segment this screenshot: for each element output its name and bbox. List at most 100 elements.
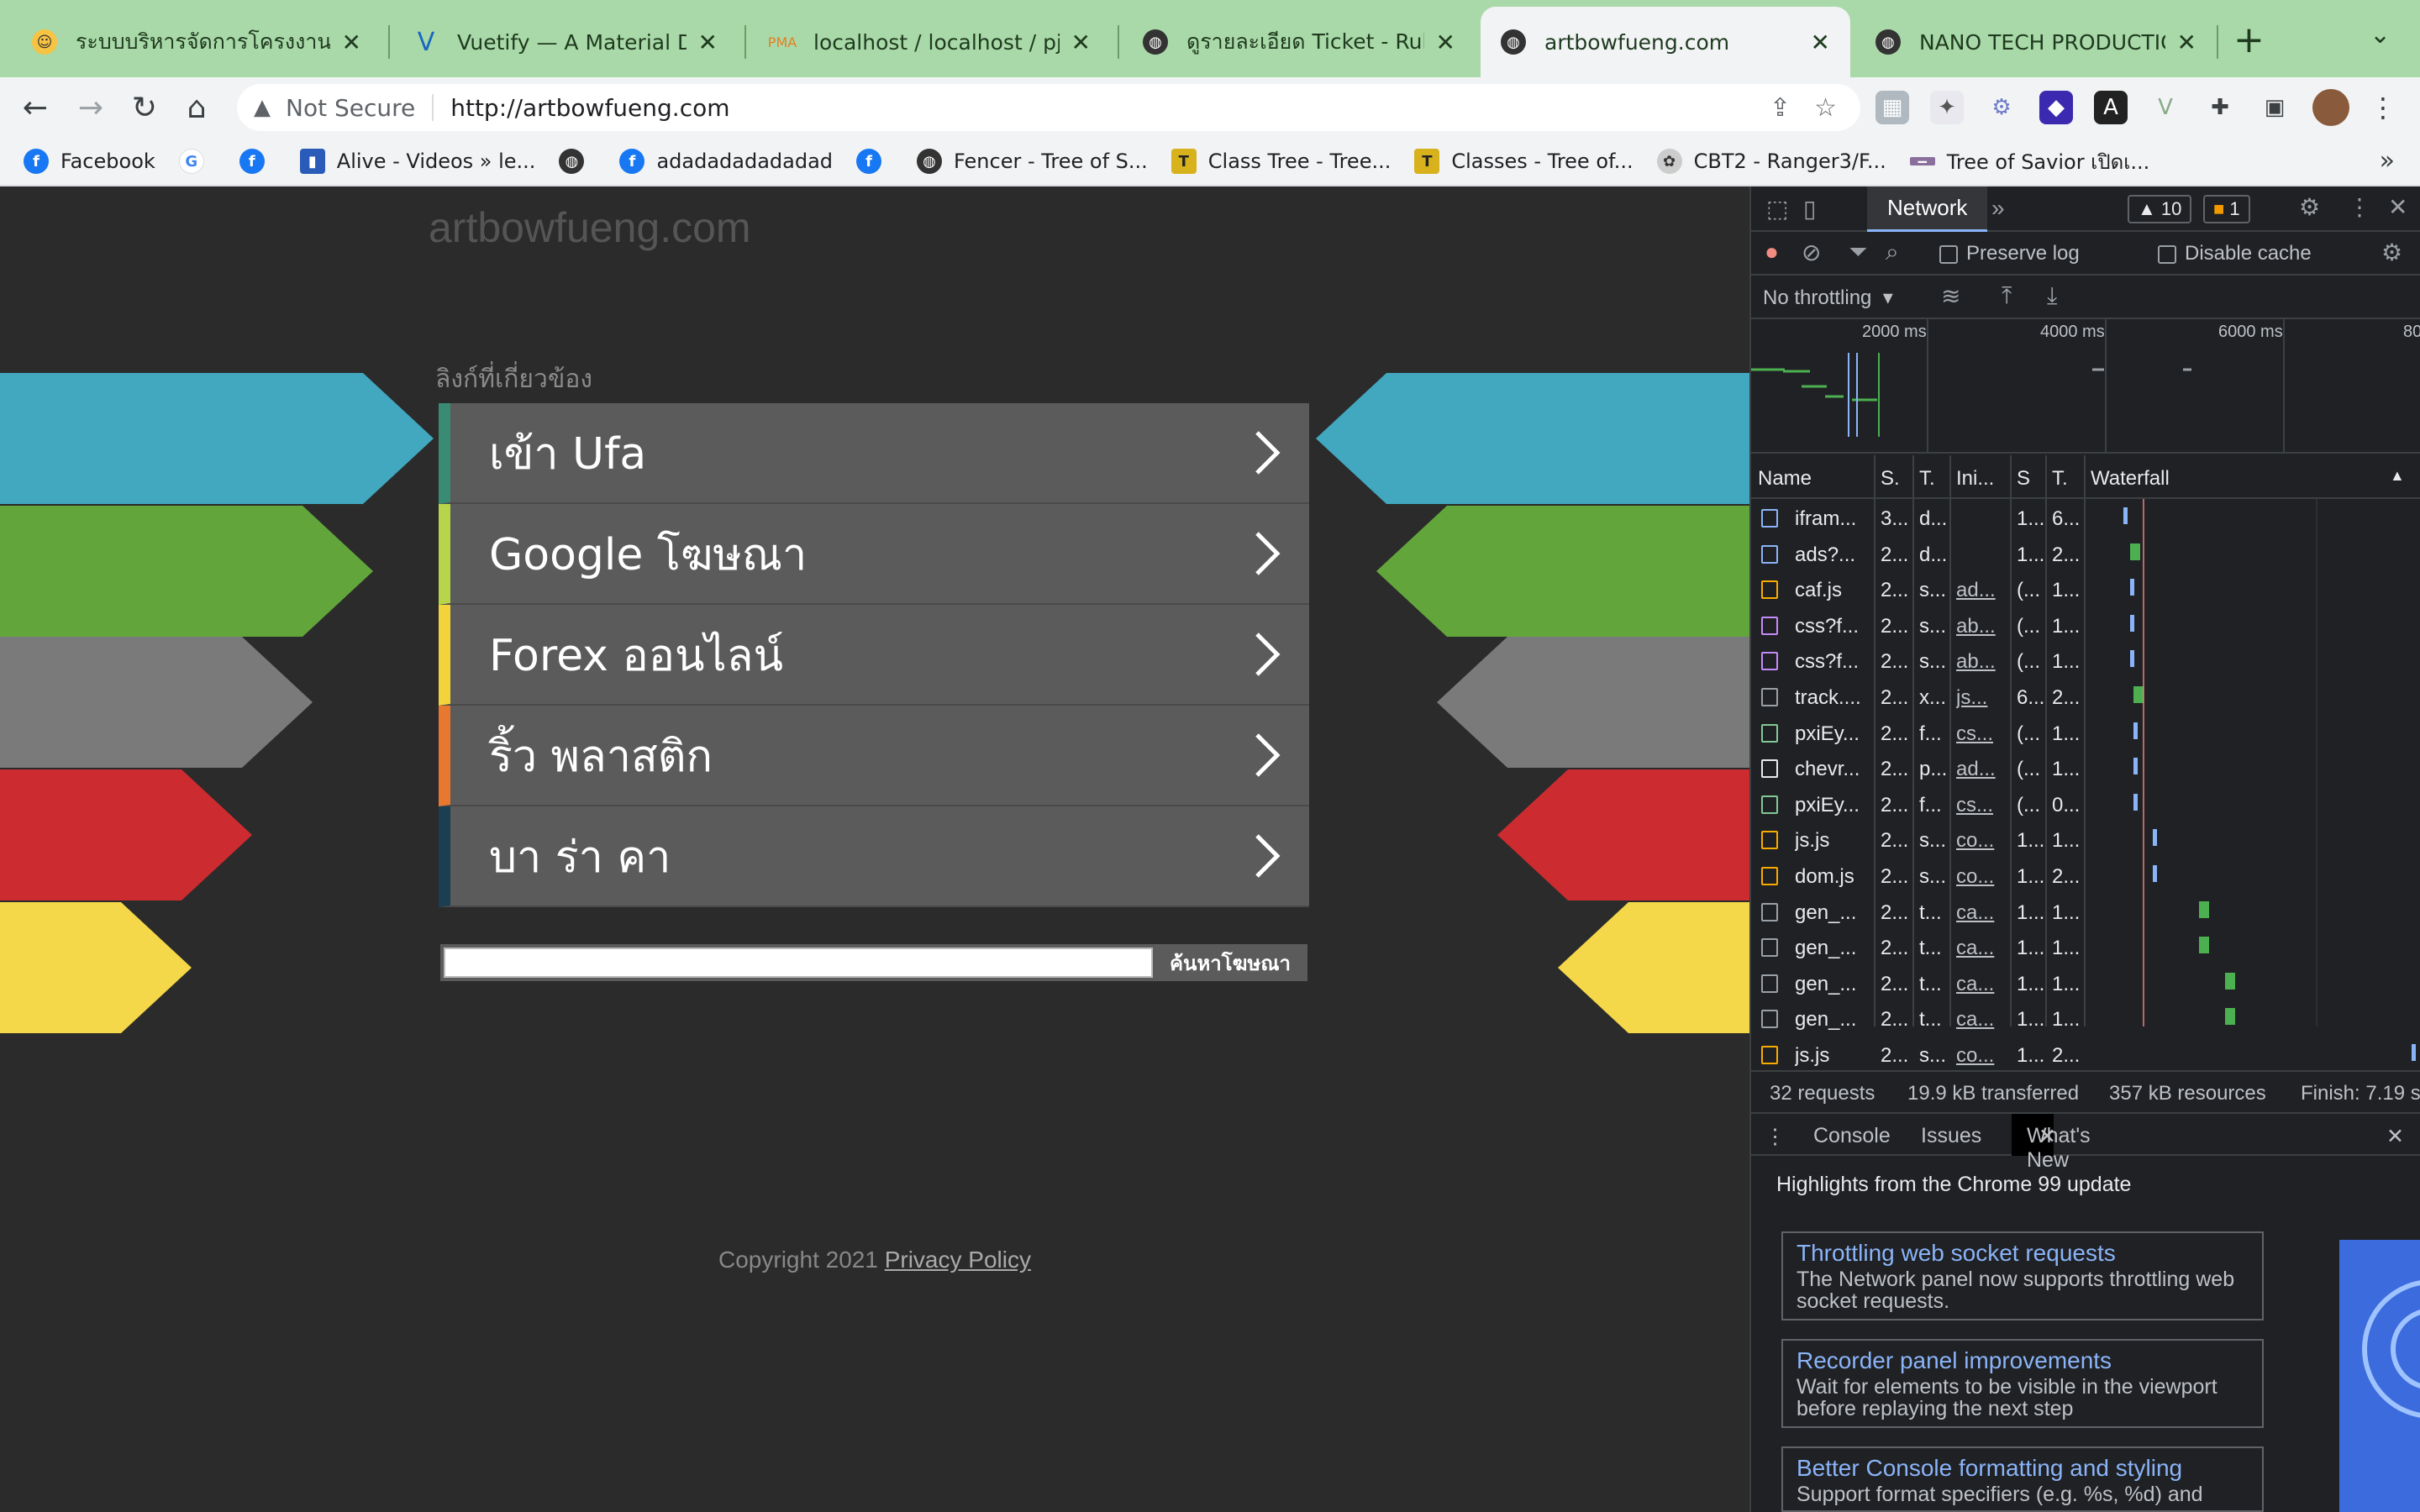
search-input[interactable] (444, 948, 1153, 978)
warnings-badge[interactable]: ▲ 10 (2128, 195, 2192, 223)
import-har-icon[interactable]: ⤒ (2002, 282, 2012, 310)
network-request-row[interactable]: caf.js 2... s... ad... (... 1... (1751, 572, 2420, 607)
bookmark-item[interactable]: T Class Tree - Tree... (1171, 149, 1391, 174)
tab-4[interactable]: ◍ artbowfueng.com ✕ (1481, 7, 1850, 77)
whats-new-card[interactable]: Throttling web socket requests The Netwo… (1781, 1231, 2264, 1320)
tab-network[interactable]: Network (1867, 186, 1988, 232)
close-drawer-icon[interactable]: ✕ (2386, 1124, 2404, 1149)
request-initiator[interactable]: ca... (1956, 1008, 2007, 1032)
network-request-row[interactable]: pxiEy... 2... f... cs... (... 0... (1751, 787, 2420, 822)
network-request-row[interactable]: css?f... 2... s... ab... (... 1... (1751, 608, 2420, 643)
address-bar[interactable]: ▲ Not Secure http://artbowfueng.com ⇪ ☆ (237, 84, 1860, 131)
column-header[interactable]: S (2017, 467, 2030, 491)
request-initiator[interactable]: ad... (1956, 758, 2007, 781)
extension-icon[interactable]: ⚙ (1985, 91, 2018, 124)
request-initiator[interactable]: ca... (1956, 973, 2007, 996)
bookmark-item[interactable]: ◍ Fencer - Tree of S... (917, 149, 1148, 174)
network-request-row[interactable]: css?f... 2... s... ab... (... 1... (1751, 643, 2420, 679)
bookmarks-overflow-icon[interactable]: » (2380, 146, 2395, 176)
tab-0[interactable]: ☺ ระบบบริหารจัดการโครงงาน ✕ (12, 7, 381, 77)
tab-2[interactable]: PMA localhost / localhost / pjmg ✕ (750, 7, 1111, 77)
extension-icon[interactable]: ◆ (2039, 91, 2073, 124)
warning-icon[interactable]: ▲ (254, 95, 271, 120)
tab-5[interactable]: ◍ NANO TECH PRODUCTION ✕ (1855, 7, 2217, 77)
extension-icon[interactable]: V (2149, 91, 2182, 124)
security-label[interactable]: Not Secure (286, 94, 415, 122)
network-settings-icon[interactable]: ⚙ (2381, 239, 2402, 266)
column-header[interactable]: T. (1919, 467, 1935, 491)
column-header[interactable]: T. (2052, 467, 2068, 491)
extension-icon[interactable]: ✦ (1930, 91, 1964, 124)
network-request-row[interactable]: track.... 2... x... js... 6... 2... (1751, 680, 2420, 715)
bookmark-item[interactable]: T Classes - Tree of... (1414, 149, 1634, 174)
reload-button[interactable]: ↻ (123, 86, 166, 129)
request-initiator[interactable]: ad... (1956, 579, 2007, 602)
card-title[interactable]: Throttling web socket requests (1797, 1240, 2249, 1267)
column-header[interactable]: S. (1881, 467, 1900, 491)
related-link[interactable]: Forex ออนไลน์ (439, 605, 1309, 706)
link-label[interactable]: เข้า Ufa (489, 418, 1250, 488)
close-icon[interactable]: ✕ (1071, 29, 1091, 56)
bookmark-item[interactable]: f (856, 149, 893, 174)
close-icon[interactable]: ✕ (2039, 1124, 2056, 1149)
tab-3[interactable]: ◍ ดูรายละเอียด Ticket - Ruk-Co ✕ (1123, 7, 1476, 77)
close-icon[interactable]: ✕ (2177, 29, 2196, 56)
network-request-row[interactable]: js.js 2... s... co... 1... 2... (1751, 1037, 2420, 1073)
bookmark-item[interactable]: f (239, 149, 276, 174)
devtools-menu-icon[interactable]: ⋮ (2348, 193, 2371, 221)
bookmark-item[interactable]: f adadadadadadad (619, 149, 833, 174)
tab-whats-new[interactable]: What's New ✕ (2012, 1114, 2091, 1172)
search-icon[interactable]: ⌕ (1886, 239, 1899, 266)
link-label[interactable]: ริ้ว พลาสติก (489, 721, 1250, 790)
column-header[interactable]: Waterfall (2091, 467, 2170, 491)
related-link[interactable]: บา ร่า คา (439, 806, 1309, 907)
card-title[interactable]: Recorder panel improvements (1797, 1347, 2249, 1374)
close-icon[interactable]: ✕ (342, 29, 361, 56)
avatar[interactable] (2312, 89, 2349, 126)
network-request-row[interactable]: gen_... 2... t... ca... 1... 1... (1751, 1001, 2420, 1037)
bookmark-item[interactable]: ‒ Tree of Savior เปิดเ... (1909, 145, 2149, 178)
request-initiator[interactable]: co... (1956, 829, 2007, 853)
close-icon[interactable]: ✕ (698, 29, 718, 56)
share-icon[interactable]: ⇪ (1770, 93, 1791, 123)
bookmark-item[interactable]: ▮ Alive - Videos » le... (299, 149, 535, 174)
bookmark-item[interactable]: ◍ (559, 149, 596, 174)
related-link[interactable]: Google โฆษณา (439, 504, 1309, 605)
request-initiator[interactable]: js... (1956, 686, 2007, 710)
device-toolbar-icon[interactable]: ▯ (1803, 195, 1816, 223)
extension-icon[interactable]: A (2094, 91, 2128, 124)
network-conditions-icon[interactable]: ≋ (1941, 282, 1960, 310)
tab-issues[interactable]: Issues (1921, 1124, 1981, 1148)
network-request-row[interactable]: gen_... 2... t... ca... 1... 1... (1751, 966, 2420, 1001)
tab-1[interactable]: V Vuetify — A Material Design ✕ (393, 7, 738, 77)
column-header[interactable]: Name (1758, 467, 1812, 491)
more-tabs-icon[interactable]: » (1991, 195, 2005, 222)
puzzle-icon[interactable]: ✚ (2203, 91, 2237, 124)
link-label[interactable]: Google โฆษณา (489, 519, 1250, 589)
disable-cache-checkbox[interactable]: Disable cache (2158, 242, 2312, 265)
related-link[interactable]: ริ้ว พลาสติก (439, 706, 1309, 806)
inspect-icon[interactable]: ⬚ (1766, 195, 1788, 223)
network-request-row[interactable]: chevr... 2... p... ad... (... 1... (1751, 751, 2420, 786)
url-text[interactable]: http://artbowfueng.com (450, 94, 1770, 122)
link-label[interactable]: บา ร่า คา (489, 822, 1250, 891)
request-initiator[interactable]: co... (1956, 1044, 2007, 1068)
forward-button[interactable]: → (69, 86, 113, 129)
extension-icon[interactable]: ▦ (1876, 91, 1909, 124)
search-button[interactable]: ค้นหาโฆษณา (1153, 947, 1307, 979)
menu-icon[interactable]: ⋮ (2370, 92, 2396, 123)
whats-new-card[interactable]: Recorder panel improvements Wait for ele… (1781, 1339, 2264, 1428)
new-tab-button[interactable]: + (2233, 18, 2265, 61)
related-link[interactable]: เข้า Ufa (439, 403, 1309, 504)
issues-badge[interactable]: ■ 1 (2203, 195, 2250, 223)
network-request-row[interactable]: ifram... 3... d... 1... 6... (1751, 501, 2420, 536)
request-initiator[interactable]: ca... (1956, 937, 2007, 960)
close-icon[interactable]: ✕ (1436, 29, 1455, 56)
request-initiator[interactable]: cs... (1956, 722, 2007, 746)
export-har-icon[interactable]: ⤓ (2047, 282, 2057, 310)
network-request-row[interactable]: js.js 2... s... co... 1... 1... (1751, 822, 2420, 858)
back-button[interactable]: ← (13, 86, 57, 129)
close-icon[interactable]: ✕ (1811, 29, 1830, 56)
link-label[interactable]: Forex ออนไลน์ (489, 620, 1250, 690)
bookmark-item[interactable]: ✿ CBT2 - Ranger3/F... (1656, 149, 1886, 174)
